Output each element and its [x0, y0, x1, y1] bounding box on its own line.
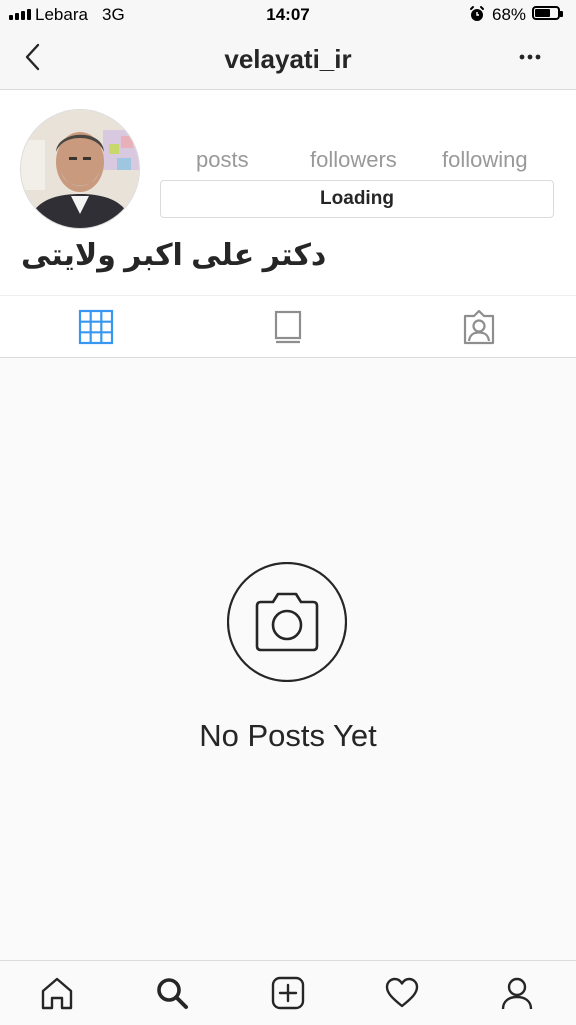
battery-icon [532, 6, 563, 20]
alarm-clock-icon [470, 6, 484, 21]
camera-icon [227, 562, 347, 682]
more-options-button[interactable] [515, 47, 545, 67]
status-time: 14:07 [266, 5, 310, 24]
profile-header: posts followers following Loading دکتر ع… [0, 90, 576, 296]
posts-label: posts [196, 147, 249, 172]
nav-bar: velayati_ir [0, 30, 576, 90]
tagged-person-icon[interactable] [460, 308, 498, 346]
avatar[interactable] [21, 110, 139, 228]
profile-tab-bar [0, 296, 576, 358]
status-bar: Lebara 3G 14:07 68% [0, 0, 576, 30]
new-post-icon[interactable] [270, 975, 306, 1011]
search-icon[interactable] [154, 975, 190, 1011]
followers-label[interactable]: followers [310, 147, 397, 173]
profile-username: velayati_ir [224, 44, 352, 74]
loading-button[interactable]: Loading [160, 180, 554, 218]
list-feed-icon[interactable] [269, 308, 307, 346]
battery-percent: 68% [492, 5, 527, 24]
avatar-photo [21, 110, 139, 228]
heart-icon[interactable] [384, 975, 420, 1011]
profile-full-name: دکتر علی اکبر ولایتی [21, 239, 327, 272]
home-icon[interactable] [39, 975, 75, 1011]
following-label[interactable]: following [442, 147, 528, 173]
empty-state-text: No Posts Yet [199, 718, 377, 753]
grid-icon[interactable] [77, 308, 115, 346]
bottom-tab-bar [0, 960, 576, 1025]
profile-icon[interactable] [499, 975, 535, 1011]
